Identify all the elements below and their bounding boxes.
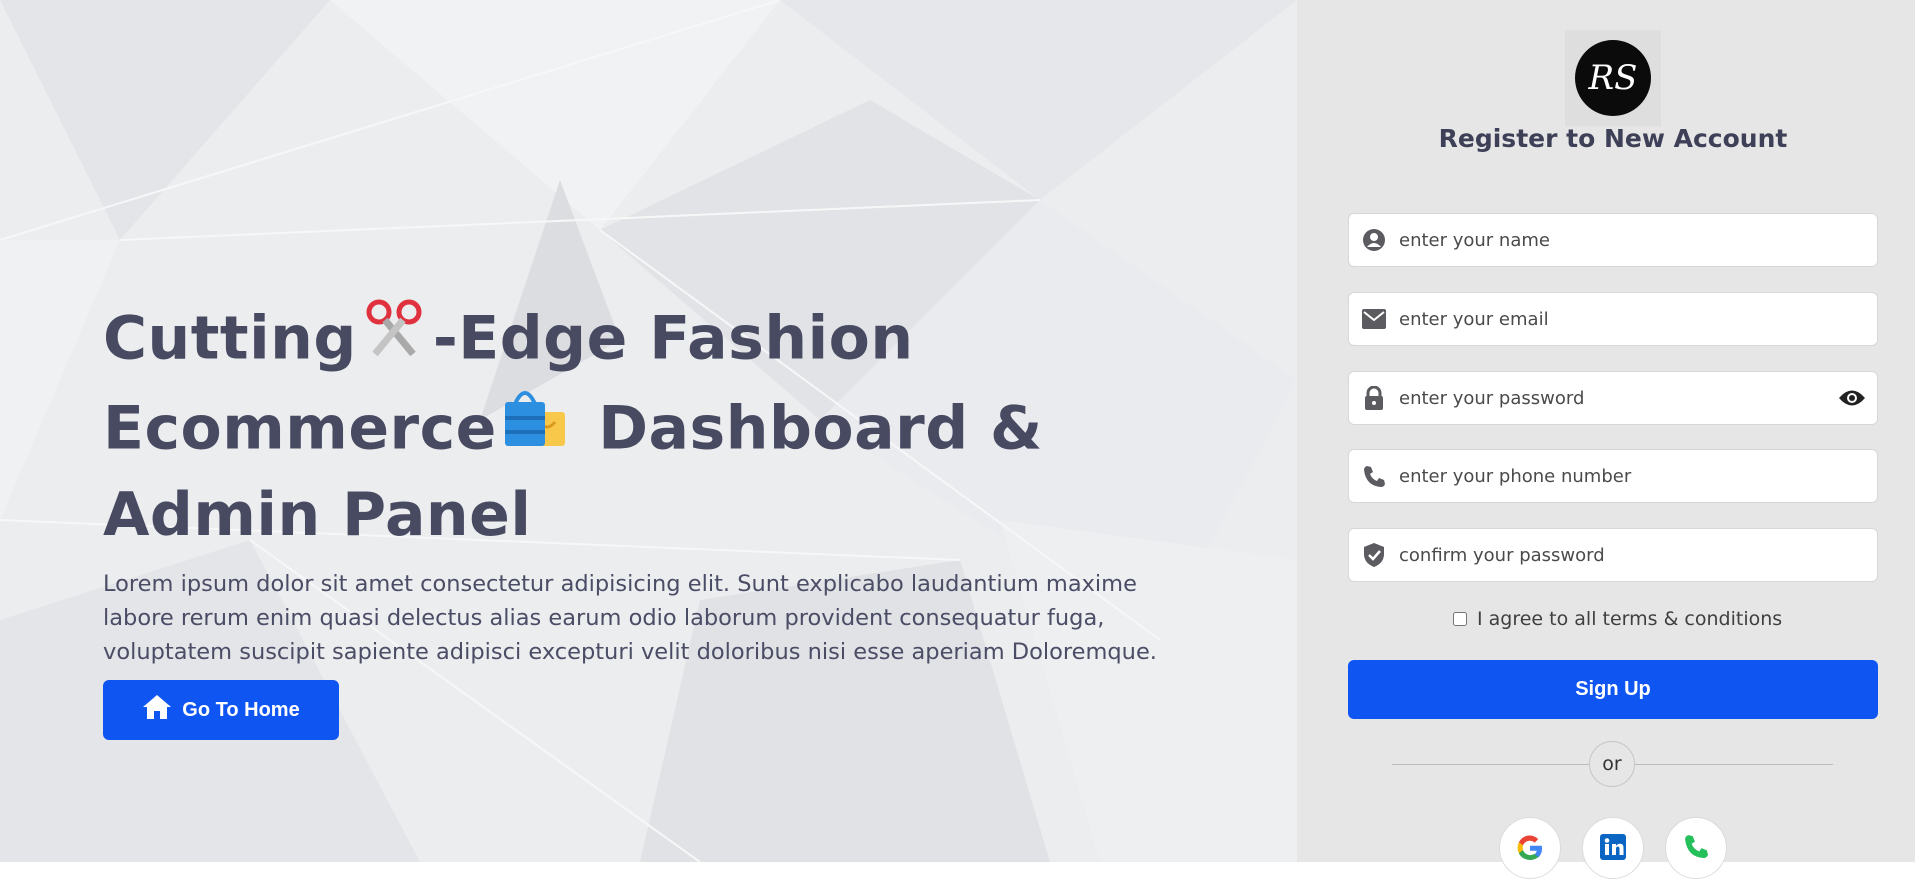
user-icon [1361,227,1387,253]
terms-checkbox[interactable] [1453,612,1467,626]
divider-right [1635,764,1833,765]
lock-icon [1361,385,1387,411]
phone-field[interactable] [1348,449,1878,503]
home-icon [142,694,172,726]
register-panel: RS Register to New Account I agree to al… [1297,0,1915,879]
eye-icon[interactable] [1837,386,1867,410]
password-input[interactable] [1397,386,1837,410]
name-input[interactable] [1397,228,1877,252]
phone-login-button[interactable] [1665,817,1727,879]
sign-up-button[interactable]: Sign Up [1348,660,1878,719]
linkedin-login-button[interactable] [1582,817,1644,879]
register-title: Register to New Account [1438,124,1788,153]
divider-left [1392,764,1589,765]
hero-title-part5: Admin Panel [103,480,532,550]
hero-title-part3: Ecommerce [103,393,497,464]
logo-mark: RS [1575,40,1651,116]
or-divider: or [1589,741,1635,787]
shopping-bags-icon [503,386,569,466]
password-field[interactable] [1348,371,1878,425]
hero-title-part1: Cutting [103,303,357,374]
email-field[interactable] [1348,292,1878,346]
hero-section: Cutting -Edge Fashion Ecommerce Dashboard… [0,0,1297,862]
linkedin-icon [1600,834,1626,864]
phone-input[interactable] [1397,464,1877,488]
phone-icon [1684,834,1708,862]
hero-description: Lorem ipsum dolor sit amet consectetur a… [103,571,1157,665]
logo: RS [1565,30,1661,126]
mail-icon [1361,306,1387,332]
hero-title-part4: Dashboard & [598,393,1043,464]
google-login-button[interactable] [1499,817,1561,879]
hero-content: Cutting -Edge Fashion Ecommerce Dashboard… [103,298,1163,669]
terms-row[interactable]: I agree to all terms & conditions [1453,608,1782,630]
hero-title: Cutting -Edge Fashion Ecommerce Dashboard… [103,298,1163,553]
terms-label: I agree to all terms & conditions [1477,608,1783,630]
scissors-icon [363,298,425,374]
shield-check-icon [1361,542,1387,568]
go-to-home-button[interactable]: Go To Home [103,680,339,740]
hero-title-part2: -Edge Fashion [432,303,914,374]
confirm-password-field[interactable] [1348,528,1878,582]
confirm-password-input[interactable] [1397,543,1877,567]
google-icon [1516,834,1544,866]
email-input[interactable] [1397,307,1877,331]
go-to-home-label: Go To Home [182,698,300,721]
name-field[interactable] [1348,213,1878,267]
phone-icon [1361,463,1387,489]
